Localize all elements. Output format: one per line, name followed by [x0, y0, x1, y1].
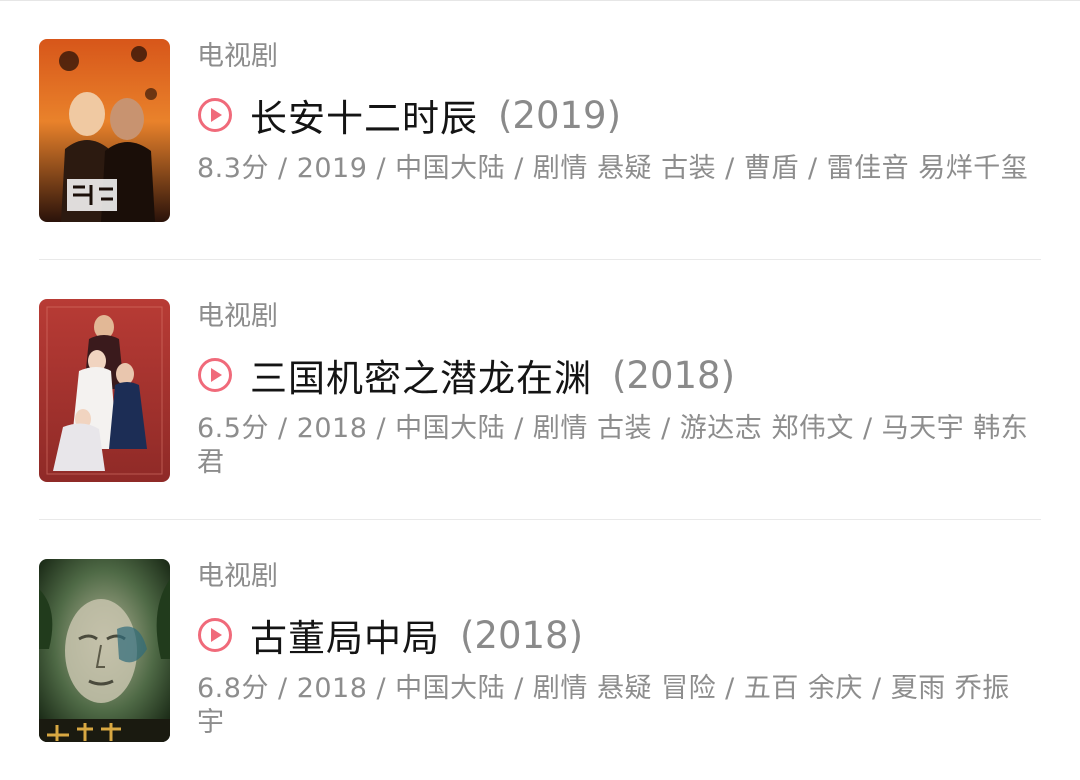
- play-circle-icon[interactable]: [197, 617, 233, 653]
- play-circle-icon[interactable]: [197, 357, 233, 393]
- item-title[interactable]: 长安十二时辰: [250, 88, 478, 142]
- list-item[interactable]: 电视剧 三国机密之潜龙在渊 (2018) 6.5分 / 2018 / 中国大陆 …: [0, 260, 1080, 520]
- category-label: 电视剧: [197, 301, 278, 332]
- title-row[interactable]: 三国机密之潜龙在渊 (2018): [197, 352, 736, 400]
- poster-image[interactable]: [39, 39, 170, 222]
- category-label: 电视剧: [197, 561, 278, 592]
- list-item[interactable]: 电视剧 古董局中局 (2018) 6.8分 / 2018 / 中国大陆 / 剧情…: [0, 520, 1080, 780]
- play-circle-icon[interactable]: [197, 97, 233, 133]
- list-item[interactable]: 电视剧 长安十二时辰 (2019) 8.3分 / 2019 / 中国大陆 / 剧…: [0, 0, 1080, 260]
- category-label: 电视剧: [197, 41, 278, 72]
- poster-artwork: [39, 559, 170, 742]
- poster-image[interactable]: [39, 559, 170, 742]
- item-year: (2018): [612, 353, 736, 397]
- title-row[interactable]: 长安十二时辰 (2019): [197, 92, 622, 140]
- poster-artwork: [39, 39, 170, 222]
- item-year: (2018): [460, 613, 584, 657]
- item-title[interactable]: 三国机密之潜龙在渊: [250, 348, 592, 402]
- item-year: (2019): [498, 93, 622, 137]
- poster-artwork: [39, 299, 170, 482]
- item-meta: 6.5分 / 2018 / 中国大陆 / 剧情 古装 / 游达志 郑伟文 / 马…: [197, 413, 1029, 478]
- poster-image[interactable]: [39, 299, 170, 482]
- item-meta: 8.3分 / 2019 / 中国大陆 / 剧情 悬疑 古装 / 曹盾 / 雷佳音…: [197, 153, 1029, 184]
- item-title[interactable]: 古董局中局: [250, 608, 440, 662]
- item-meta: 6.8分 / 2018 / 中国大陆 / 剧情 悬疑 冒险 / 五百 余庆 / …: [197, 673, 1010, 738]
- title-row[interactable]: 古董局中局 (2018): [197, 612, 584, 660]
